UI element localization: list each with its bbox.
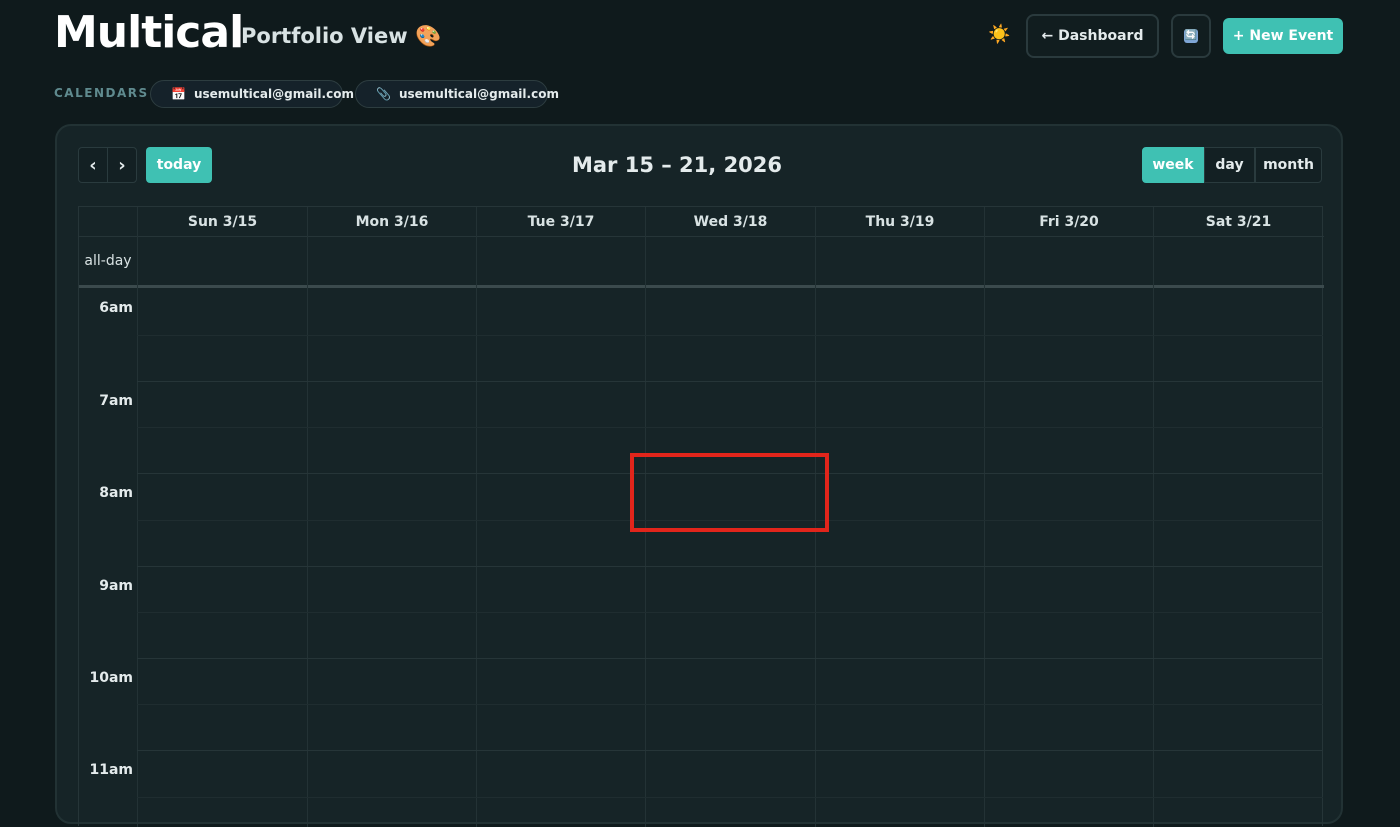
calendars-label: CALENDARS: [54, 86, 149, 100]
app-logo[interactable]: Multical: [54, 6, 244, 60]
time-label: 7am: [99, 393, 133, 409]
time-label: 8am: [99, 485, 133, 501]
day-view-button[interactable]: day: [1204, 147, 1255, 183]
all-day-row[interactable]: all-day: [79, 237, 1324, 285]
half-hour-line: [137, 335, 1323, 336]
date-range-title: Mar 15 – 21, 2026: [571, 153, 783, 177]
highlighted-time-slot[interactable]: [630, 453, 829, 532]
month-view-button[interactable]: month: [1255, 147, 1322, 183]
time-label: 9am: [99, 578, 133, 594]
calendar-icon: 📅: [171, 87, 186, 101]
paperclip-icon: 📎: [376, 87, 391, 101]
dashboard-button[interactable]: ← Dashboard: [1026, 14, 1159, 58]
half-hour-line: [137, 704, 1323, 705]
column-divider: [307, 207, 308, 827]
hour-line: [137, 658, 1323, 659]
day-header[interactable]: Mon 3/16: [307, 207, 476, 237]
new-event-button[interactable]: + New Event: [1223, 18, 1343, 54]
calendar-chip[interactable]: 📎 usemultical@gmail.com: [355, 80, 559, 108]
top-bar: Multical Portfolio View 🎨 ☀️ ← Dashboard…: [0, 0, 1400, 72]
day-header[interactable]: Wed 3/18: [645, 207, 815, 237]
column-divider: [137, 207, 138, 827]
half-hour-line: [137, 427, 1323, 428]
time-label: 11am: [89, 762, 133, 778]
prev-week-button[interactable]: ‹: [78, 147, 108, 183]
hour-line: [137, 381, 1323, 382]
hour-line: [137, 750, 1323, 751]
time-label: 6am: [99, 300, 133, 316]
day-header[interactable]: Thu 3/19: [815, 207, 984, 237]
day-header[interactable]: Fri 3/20: [984, 207, 1153, 237]
day-header-row: Sun 3/15 Mon 3/16 Tue 3/17 Wed 3/18 Thu …: [79, 207, 1324, 237]
calendar-chip[interactable]: 📅 usemultical@gmail.com: [150, 80, 354, 108]
all-day-label: all-day: [84, 253, 132, 269]
half-hour-line: [137, 612, 1323, 613]
column-divider: [1153, 207, 1154, 827]
refresh-icon: 🔄: [1184, 29, 1198, 43]
time-label: 10am: [89, 670, 133, 686]
today-button[interactable]: today: [146, 147, 212, 183]
calendar-email: usemultical@gmail.com: [398, 87, 559, 101]
page-title: Portfolio View 🎨: [241, 24, 442, 48]
next-week-button[interactable]: ›: [107, 147, 137, 183]
column-divider: [476, 207, 477, 827]
week-view-button[interactable]: week: [1142, 147, 1204, 183]
day-header[interactable]: Sat 3/21: [1153, 207, 1323, 237]
calendar-email: usemultical@gmail.com: [193, 87, 354, 101]
column-divider: [984, 207, 985, 827]
day-header[interactable]: Sun 3/15: [137, 207, 307, 237]
hour-line: [137, 566, 1323, 567]
sun-icon[interactable]: ☀️: [988, 24, 1010, 46]
all-day-divider: [79, 285, 1324, 288]
sync-button[interactable]: 🔄: [1171, 14, 1211, 58]
day-header[interactable]: Tue 3/17: [476, 207, 645, 237]
